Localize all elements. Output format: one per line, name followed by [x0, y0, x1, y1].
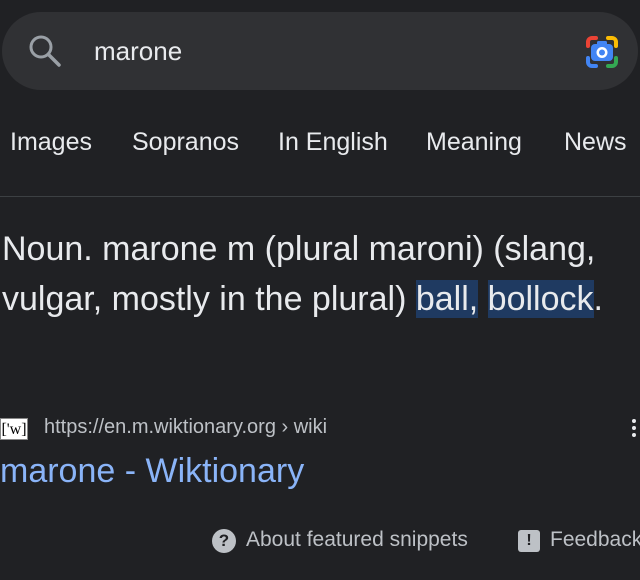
feedback-link[interactable]: Feedback — [550, 528, 640, 552]
chip-news[interactable]: News — [564, 128, 627, 157]
search-icon[interactable] — [28, 34, 62, 68]
search-filter-chips: Images Sopranos In English Meaning News — [0, 128, 640, 164]
about-featured-snippets-link[interactable]: About featured snippets — [246, 528, 468, 552]
chip-meaning[interactable]: Meaning — [426, 128, 522, 157]
help-icon[interactable]: ? — [212, 529, 236, 553]
chip-sopranos[interactable]: Sopranos — [132, 128, 239, 157]
source-url[interactable]: https://en.m.wiktionary.org › wiki — [44, 416, 327, 439]
snippet-space — [478, 280, 487, 318]
feedback-icon[interactable]: ! — [518, 530, 540, 552]
search-input[interactable]: marone — [94, 36, 182, 67]
google-lens-icon[interactable] — [582, 32, 622, 72]
more-vert-icon[interactable] — [630, 416, 640, 444]
featured-snippet-text: Noun. marone m (plural maroni) (slang, v… — [2, 224, 638, 324]
chip-in-english[interactable]: In English — [278, 128, 388, 157]
chip-images[interactable]: Images — [10, 128, 92, 157]
snippet-period: . — [593, 280, 603, 318]
divider — [0, 196, 640, 197]
search-bar[interactable]: marone — [2, 12, 638, 90]
wiktionary-favicon-icon: ['w] — [0, 418, 28, 440]
result-source[interactable]: ['w] https://en.m.wiktionary.org › wiki — [0, 414, 640, 444]
result-title-link[interactable]: marone - Wiktionary — [0, 452, 304, 491]
snippet-highlight-bollock: bollock — [487, 280, 594, 318]
snippet-highlight-ball: ball, — [415, 280, 479, 318]
